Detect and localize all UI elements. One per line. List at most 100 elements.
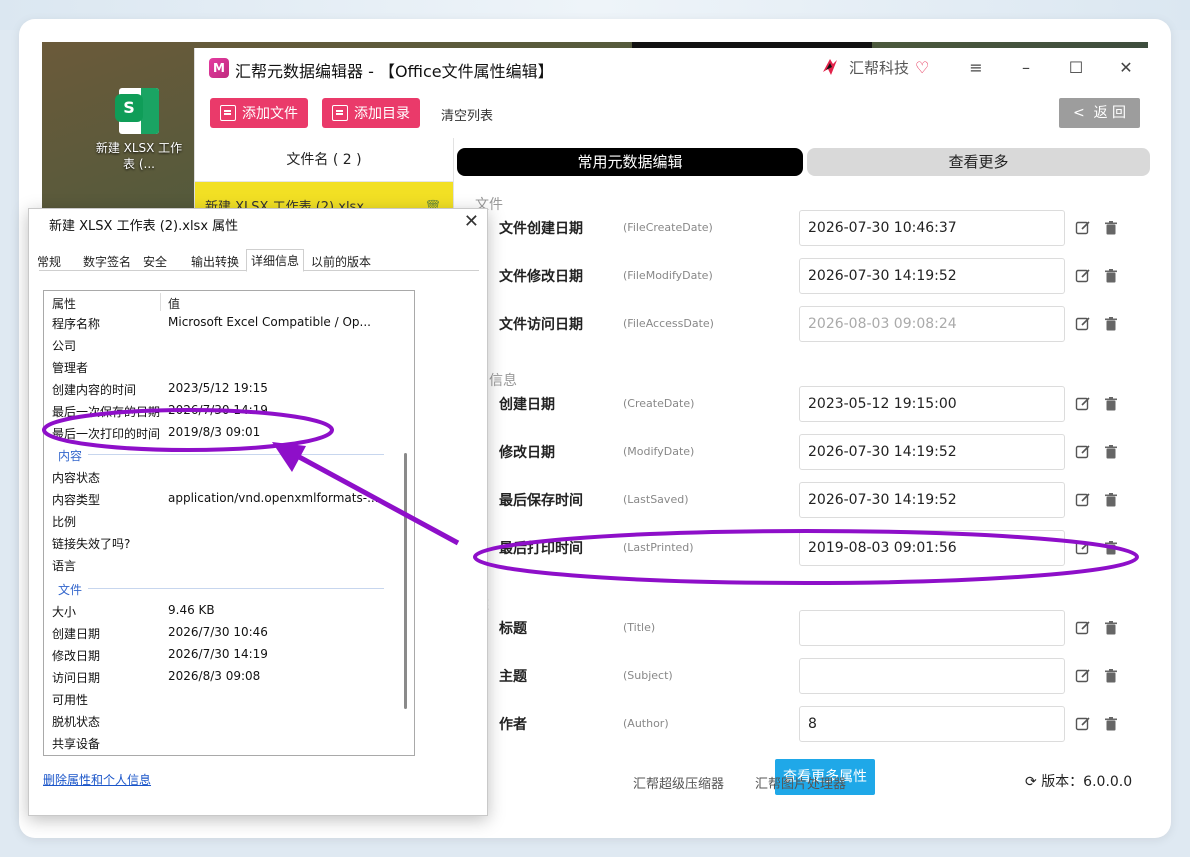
tab-digital-signature[interactable]: 数字签名 <box>83 253 131 270</box>
remove-properties-link[interactable]: 删除属性和个人信息 <box>43 771 151 788</box>
delete-icon[interactable] <box>1103 620 1119 636</box>
tab-previous-versions[interactable]: 以前的版本 <box>311 253 371 270</box>
property-row[interactable]: 链接失效了吗? <box>44 531 378 553</box>
property-row[interactable]: 公司 <box>44 333 378 355</box>
metadata-value-input[interactable]: 2023-05-12 19:15:00 <box>799 386 1065 422</box>
delete-icon[interactable] <box>1103 220 1119 236</box>
metadata-value-input[interactable] <box>799 658 1065 694</box>
back-button[interactable]: < 返 回 <box>1059 98 1140 128</box>
metadata-row: 文件修改日期 (FileModifyDate) 2026-07-30 14:19:5… <box>457 258 1150 294</box>
title-bar: M 汇帮元数据编辑器 - 【Office文件属性编辑】 汇帮科技 ♡ ≡ – ☐… <box>195 48 1150 88</box>
property-row[interactable]: 脱机状态 <box>44 709 378 731</box>
delete-icon[interactable] <box>1103 492 1119 508</box>
metadata-label: 创建日期 <box>499 397 555 413</box>
property-row[interactable]: 内容类型 application/vnd.openxmlformats-... <box>44 487 379 509</box>
minimize-icon[interactable]: – <box>1011 56 1041 80</box>
tab-output-convert[interactable]: 输出转换 <box>191 253 239 270</box>
property-key: 共享设备 <box>52 737 101 751</box>
desktop-file-icon[interactable]: S 新建 XLSX 工作表 (... <box>94 88 184 172</box>
metadata-label: 文件访问日期 <box>499 317 583 333</box>
tab-details[interactable]: 详细信息 <box>246 249 305 272</box>
menu-icon[interactable]: ≡ <box>961 56 991 80</box>
property-row[interactable]: 大小 9.46 KB <box>44 599 378 621</box>
metadata-value-input[interactable]: 2026-07-30 10:46:37 <box>799 210 1065 246</box>
refresh-icon[interactable]: ⟳ <box>1025 774 1037 790</box>
maximize-icon[interactable]: ☐ <box>1061 56 1091 80</box>
metadata-label: 作者 <box>499 717 527 733</box>
property-row[interactable]: 创建日期 2026/7/30 10:46 <box>44 621 378 643</box>
delete-icon[interactable] <box>1103 268 1119 284</box>
property-row[interactable]: 程序名称 Microsoft Excel Compatible / Op... <box>44 311 378 333</box>
tab-security[interactable]: 安全 <box>143 253 167 270</box>
scrollbar-thumb[interactable] <box>404 453 407 709</box>
add-file-label: 添加文件 <box>242 106 298 122</box>
footer-link-compressor[interactable]: 汇帮超级压缩器 <box>633 773 724 792</box>
property-key: 内容状态 <box>52 471 101 485</box>
metadata-value-input[interactable]: 2026-07-30 14:19:52 <box>799 434 1065 470</box>
footer-link-image-tool[interactable]: 汇帮图片处理器 <box>755 773 846 792</box>
property-row[interactable]: 可用性 <box>44 687 378 709</box>
folder-add-icon <box>332 105 348 121</box>
edit-icon[interactable] <box>1075 268 1091 284</box>
metadata-value-input[interactable]: 2026-07-30 14:19:52 <box>799 482 1065 518</box>
metadata-value-input[interactable]: 2026-07-30 14:19:52 <box>799 258 1065 294</box>
metadata-key: (FileCreateDate) <box>623 221 713 234</box>
property-row[interactable]: 共享设备 <box>44 731 378 753</box>
tab-general[interactable]: 常规 <box>37 253 61 270</box>
metadata-value-input[interactable]: 2026-08-03 09:08:24 <box>799 306 1065 342</box>
edit-icon[interactable] <box>1075 540 1091 556</box>
dialog-close-icon[interactable]: ✕ <box>464 211 479 232</box>
metadata-row: 文件访问日期 (FileAccessDate) 2026-08-03 09:08:2… <box>457 306 1150 342</box>
properties-scrollbar[interactable] <box>404 311 408 751</box>
metadata-key: (ModifyDate) <box>623 445 695 458</box>
tab-common-metadata[interactable]: 常用元数据编辑 <box>457 148 803 176</box>
edit-icon[interactable] <box>1075 620 1091 636</box>
property-key: 程序名称 <box>52 317 101 331</box>
delete-icon[interactable] <box>1103 316 1119 332</box>
edit-icon[interactable] <box>1075 316 1091 332</box>
edit-icon[interactable] <box>1075 220 1091 236</box>
metadata-value-input[interactable]: 8 <box>799 706 1065 742</box>
delete-icon[interactable] <box>1103 444 1119 460</box>
metadata-label: 修改日期 <box>499 445 555 461</box>
close-icon[interactable]: ✕ <box>1111 56 1141 80</box>
edit-icon[interactable] <box>1075 668 1091 684</box>
property-row[interactable]: 管理者 <box>44 355 378 377</box>
property-row[interactable]: 比例 <box>44 509 378 531</box>
metadata-key: (FileAccessDate) <box>623 317 714 330</box>
tab-view-more[interactable]: 查看更多 <box>807 148 1150 176</box>
property-row[interactable]: 修改日期 2026/7/30 14:19 <box>44 643 378 665</box>
metadata-key: (LastPrinted) <box>623 541 694 554</box>
toolbar: 添加文件 添加目录 清空列表 < 返 回 <box>195 98 1150 128</box>
edit-icon[interactable] <box>1075 492 1091 508</box>
col-value[interactable]: 值 <box>168 295 180 312</box>
property-row[interactable]: 创建内容的时间 2023/5/12 19:15 <box>44 377 378 399</box>
heart-icon[interactable]: ♡ <box>915 58 929 77</box>
add-dir-button[interactable]: 添加目录 <box>322 98 420 128</box>
metadata-value-input[interactable]: 2019-08-03 09:01:56 <box>799 530 1065 566</box>
property-row[interactable]: 访问日期 2026/8/3 09:08 <box>44 665 378 687</box>
edit-icon[interactable] <box>1075 444 1091 460</box>
delete-icon[interactable] <box>1103 668 1119 684</box>
properties-list[interactable]: 属性 值 程序名称 Microsoft Excel Compatible / Op… <box>43 290 415 756</box>
property-row[interactable]: 最后一次打印的时间 2019/8/3 09:01 <box>44 421 378 443</box>
property-row[interactable]: 内容状态 <box>44 465 378 487</box>
property-row[interactable]: 语言 <box>44 553 378 575</box>
file-add-icon <box>220 105 236 121</box>
delete-icon[interactable] <box>1103 716 1119 732</box>
version-info: ⟳ 版本：6.0.0.0 <box>1025 771 1132 791</box>
col-property[interactable]: 属性 <box>52 295 76 312</box>
metadata-row: 修改日期 (ModifyDate) 2026-07-30 14:19:52 <box>457 434 1150 470</box>
metadata-value-input[interactable] <box>799 610 1065 646</box>
edit-icon[interactable] <box>1075 396 1091 412</box>
delete-icon[interactable] <box>1103 540 1119 556</box>
metadata-row: 标题 (Title) <box>457 610 1150 646</box>
clear-list-button[interactable]: 清空列表 <box>441 105 493 124</box>
metadata-label: 最后保存时间 <box>499 493 583 509</box>
property-row[interactable]: 最后一次保存的日期 2026/7/30 14:19 <box>44 399 378 421</box>
property-key: 大小 <box>52 605 77 619</box>
add-file-button[interactable]: 添加文件 <box>210 98 308 128</box>
delete-icon[interactable] <box>1103 396 1119 412</box>
edit-icon[interactable] <box>1075 716 1091 732</box>
property-key: 创建日期 <box>52 627 101 641</box>
